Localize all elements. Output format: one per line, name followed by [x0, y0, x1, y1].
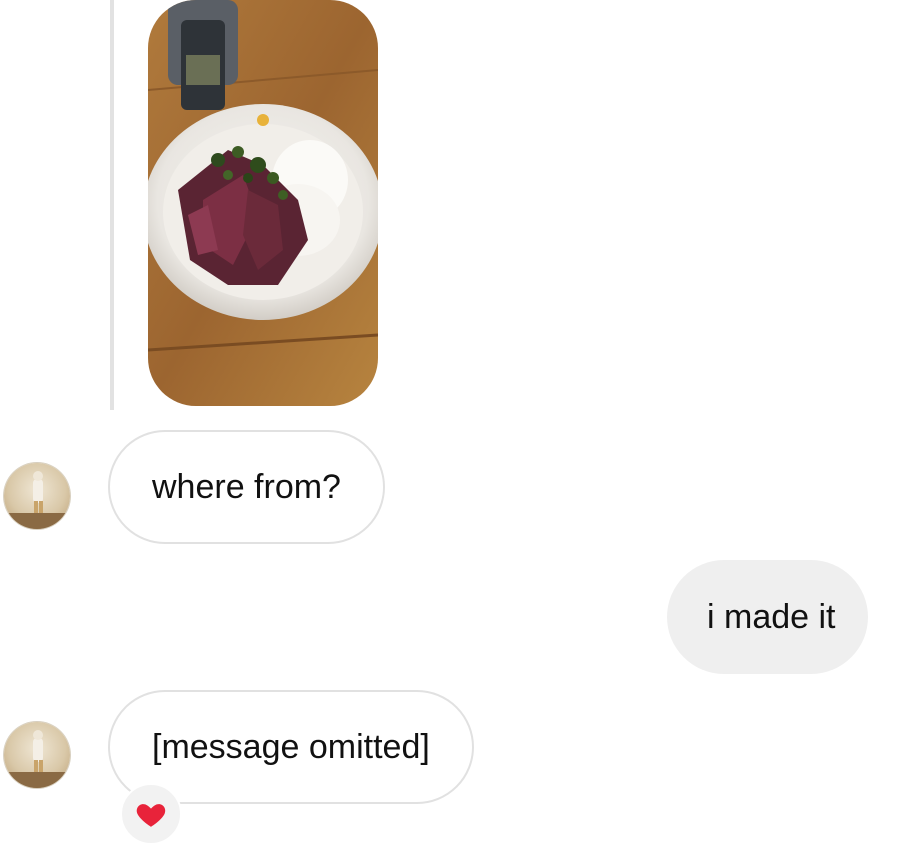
person-figure-icon	[4, 730, 70, 788]
incoming-message-bubble[interactable]: where from?	[108, 430, 385, 544]
message-reaction[interactable]	[120, 783, 182, 845]
message-text: i made it	[707, 597, 836, 636]
outgoing-message-bubble[interactable]: i made it	[667, 560, 868, 674]
reply-thread-bar	[110, 0, 114, 410]
contact-avatar[interactable]	[4, 463, 70, 529]
message-text: where from?	[152, 467, 341, 506]
message-text: [message omitted]	[152, 727, 430, 766]
shared-photo[interactable]	[148, 0, 378, 406]
person-figure-icon	[4, 471, 70, 529]
heart-icon	[136, 804, 166, 827]
shared-photo-image	[148, 0, 378, 406]
contact-avatar[interactable]	[4, 722, 70, 788]
